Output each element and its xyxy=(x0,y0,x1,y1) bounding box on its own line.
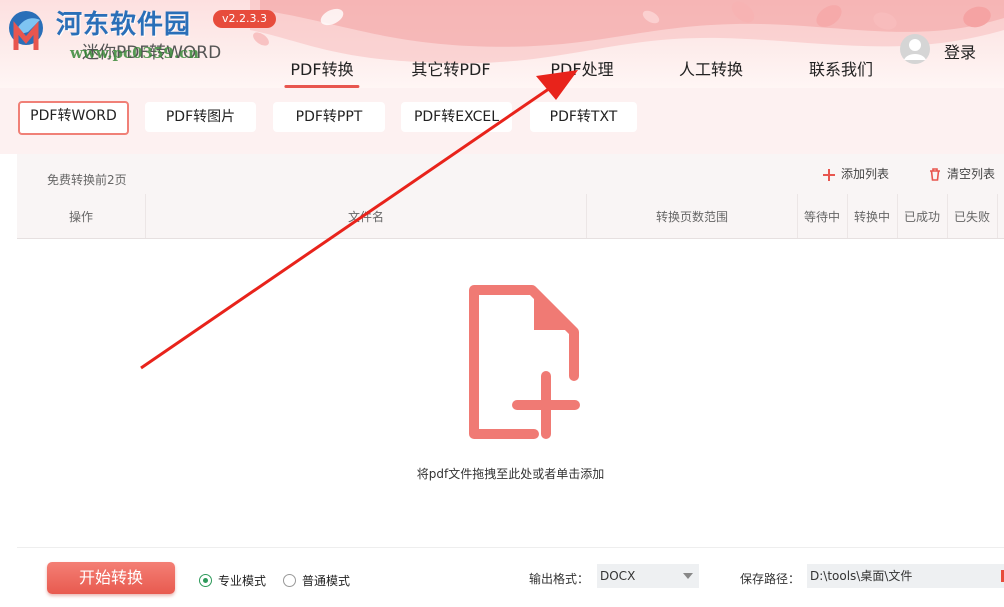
column-divider xyxy=(145,194,146,238)
watermark-url: www.pc0359.cn xyxy=(70,44,200,62)
output-format-label: 输出格式： xyxy=(529,572,590,586)
user-avatar-icon[interactable] xyxy=(900,34,930,64)
save-path-value: D:\tools\桌面\文件 xyxy=(810,569,913,583)
column-divider xyxy=(797,194,798,238)
petal-decoration xyxy=(320,8,344,26)
start-convert-button[interactable]: 开始转换 xyxy=(47,562,175,594)
add-list-button[interactable]: 添加列表 xyxy=(823,165,889,182)
file-table-header: 操作 文件名 转换页数范围 等待中 转换中 已成功 已失败 xyxy=(17,194,1004,239)
app-header: 河东软件园 迷你PDF转WORD www.pc0359.cn v2.2.3.3 … xyxy=(0,0,1004,88)
watermark-title: 河东软件园 xyxy=(56,10,192,40)
version-badge: v2.2.3.3 xyxy=(213,10,276,28)
clear-list-button[interactable]: 清空列表 xyxy=(929,165,995,182)
panel-toolbar: 免费转换前2页 添加列表 清空列表 xyxy=(17,154,1004,194)
subtab-pdf-to-txt[interactable]: PDF转TXT xyxy=(530,102,637,132)
column-header-action: 操作 xyxy=(68,210,94,224)
column-divider xyxy=(847,194,848,238)
column-header-converting: 转换中 xyxy=(853,210,891,224)
save-path-field[interactable]: D:\tools\桌面\文件 xyxy=(807,564,1004,588)
save-path-label: 保存路径： xyxy=(740,572,801,586)
file-list-panel: 免费转换前2页 添加列表 清空列表 操作 文件名 转换页数范围 等待中 转换中 … xyxy=(17,154,1004,607)
file-drop-zone[interactable]: 将pdf文件拖拽至此处或者单击添加 xyxy=(17,239,1004,547)
nav-tab-pdf-convert[interactable]: PDF转换 xyxy=(284,56,360,88)
column-header-filename: 文件名 xyxy=(347,210,385,224)
column-header-failed: 已失败 xyxy=(953,210,991,224)
petal-decoration xyxy=(731,1,755,23)
chevron-down-icon xyxy=(683,573,693,579)
petal-decoration xyxy=(642,10,660,24)
subtab-pdf-to-word[interactable]: PDF转WORD xyxy=(18,101,129,135)
column-divider xyxy=(997,194,998,238)
free-conversion-note: 免费转换前2页 xyxy=(47,173,127,187)
radio-selected-indicator xyxy=(199,574,212,587)
mode-pro-radio[interactable]: 专业模式 xyxy=(199,572,266,589)
mode-pro-label: 专业模式 xyxy=(218,574,267,588)
drop-hint-text: 将pdf文件拖拽至此处或者单击添加 xyxy=(416,467,605,481)
radio-unselected-indicator xyxy=(283,574,296,587)
add-list-label: 添加列表 xyxy=(841,167,890,181)
column-header-waiting: 等待中 xyxy=(803,210,841,224)
petal-decoration xyxy=(253,32,269,46)
plus-icon xyxy=(823,168,835,181)
nav-tab-contact-us[interactable]: 联系我们 xyxy=(809,56,873,80)
conversion-type-tabs: PDF转WORD PDF转图片 PDF转PPT PDF转EXCEL PDF转TX… xyxy=(0,88,1004,154)
nav-tab-manual-convert[interactable]: 人工转换 xyxy=(679,56,743,80)
bottom-action-bar: 开始转换 专业模式 普通模式 输出格式： DOCX 保存路径： D:\tools… xyxy=(17,547,1004,607)
nav-tab-pdf-process[interactable]: PDF处理 xyxy=(550,56,613,80)
nav-tab-other-to-pdf[interactable]: 其它转PDF xyxy=(411,56,490,80)
subtab-pdf-to-image[interactable]: PDF转图片 xyxy=(145,102,256,132)
petal-decoration xyxy=(816,5,842,27)
column-divider xyxy=(947,194,948,238)
login-link[interactable]: 登录 xyxy=(944,39,976,63)
add-file-icon xyxy=(469,285,580,439)
subtab-pdf-to-ppt[interactable]: PDF转PPT xyxy=(273,102,385,132)
column-header-succeeded: 已成功 xyxy=(903,210,941,224)
mode-normal-label: 普通模式 xyxy=(302,574,351,588)
mode-normal-radio[interactable]: 普通模式 xyxy=(283,572,350,589)
petal-decoration xyxy=(963,6,991,28)
trash-icon xyxy=(930,168,940,181)
output-format-value: DOCX xyxy=(600,569,636,583)
column-divider xyxy=(897,194,898,238)
column-header-page-range: 转换页数范围 xyxy=(655,210,729,224)
column-divider xyxy=(586,194,587,238)
subtab-pdf-to-excel[interactable]: PDF转EXCEL xyxy=(401,102,512,132)
app-logo-icon xyxy=(9,11,43,50)
petal-decoration xyxy=(873,12,897,30)
brand-area: 河东软件园 迷你PDF转WORD www.pc0359.cn xyxy=(0,0,240,80)
clear-list-label: 清空列表 xyxy=(947,167,996,181)
output-format-dropdown[interactable]: DOCX xyxy=(597,564,699,588)
